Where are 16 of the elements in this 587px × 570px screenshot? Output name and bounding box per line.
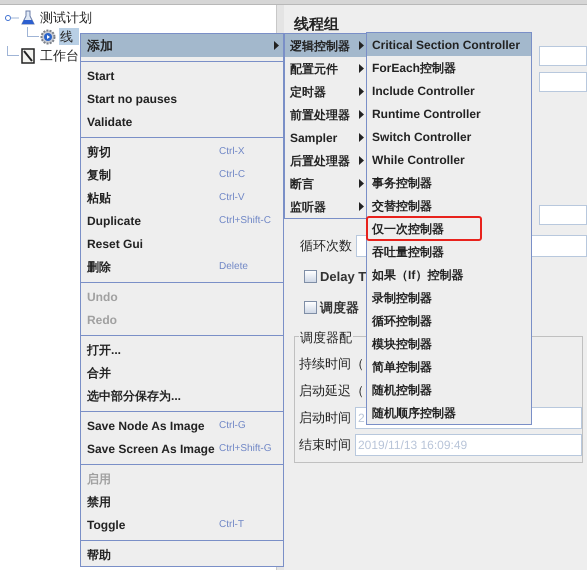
field-label: 启动延迟（	[299, 382, 364, 400]
checkbox-label: 调度器	[320, 298, 359, 317]
field-label: 启动时间	[299, 408, 352, 427]
shortcut-label: Ctrl+Shift-C	[219, 214, 271, 228]
shortcut-label: Ctrl-C	[219, 168, 246, 182]
shortcut-label: Ctrl-V	[219, 191, 245, 205]
shortcut-label: Delete	[219, 260, 248, 274]
field-label: 循环次数	[300, 237, 352, 256]
shortcut-label: Ctrl-T	[219, 518, 244, 532]
field-label: 持续时间（	[299, 354, 364, 373]
checkbox-label: Delay T	[320, 268, 366, 286]
field-label: 结束时间	[299, 436, 352, 454]
panel-title: 线程组	[294, 15, 340, 35]
shortcut-label: Ctrl+Shift-G	[219, 442, 272, 456]
shortcut-label: Ctrl-X	[219, 145, 245, 159]
shortcut-label: Ctrl-G	[219, 419, 246, 433]
